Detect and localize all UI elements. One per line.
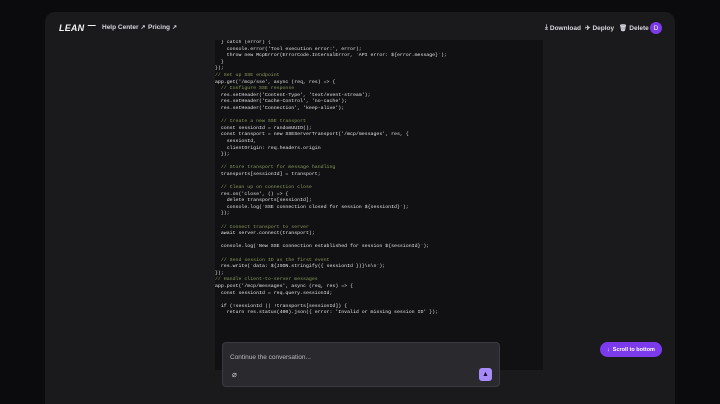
code-line: res.write(`data: ${JSON.stringify({ sess… bbox=[215, 264, 386, 270]
code-line: throw new McpError(ErrorCode.InternalErr… bbox=[215, 53, 447, 59]
code-line: }); bbox=[215, 66, 224, 72]
external-link-icon: ↗ bbox=[140, 25, 146, 31]
chat-composer[interactable]: Continue the conversation... ⌀ ▲ bbox=[222, 342, 500, 387]
code-block: } catch (error) { console.error('Tool ex… bbox=[215, 40, 543, 370]
send-icon: ▲ bbox=[482, 371, 489, 378]
download-icon: ⤓ bbox=[545, 24, 548, 31]
attach-icon[interactable]: ⌀ bbox=[232, 370, 237, 379]
help-center-label: Help Center bbox=[102, 24, 139, 31]
logo-mark-icon bbox=[84, 25, 97, 33]
code-line: console.log(`SSE connection closed for s… bbox=[215, 204, 409, 210]
deploy-label: Deploy bbox=[592, 24, 615, 32]
trash-icon: 🗑 bbox=[619, 25, 628, 32]
delete-label: Delete bbox=[629, 24, 649, 32]
code-line: return res.status(400).json({ error: 'In… bbox=[215, 310, 439, 316]
code-line: // Store transport for message handling bbox=[215, 165, 336, 171]
code-line: clientOrigin: req.headers.origin bbox=[215, 145, 321, 151]
code-line: transports[sessionId] = transport; bbox=[215, 171, 321, 177]
code-line: // Clean up on connection close bbox=[215, 185, 312, 191]
code-line: res.setHeader('Connection', 'keep-alive'… bbox=[215, 105, 345, 111]
app-window: LEAN Help Center ↗ Pricing ↗ ⤓ Download ✈ De… bbox=[45, 12, 675, 404]
scroll-to-bottom-label: Scroll to bottom bbox=[612, 346, 655, 353]
code-line: }); bbox=[215, 211, 230, 217]
external-link-icon: ↗ bbox=[172, 25, 178, 31]
chat-input[interactable]: Continue the conversation... bbox=[230, 354, 311, 361]
code-line: // Handle client-to-server messages bbox=[215, 277, 318, 283]
logo-text: LEAN bbox=[59, 23, 85, 33]
code-line: console.log(`New SSE connection establis… bbox=[215, 244, 430, 250]
code-line: } bbox=[215, 59, 224, 65]
code-line: res.setHeader('Cache-Control', 'no-cache… bbox=[215, 99, 348, 105]
code-line: } catch (error) { bbox=[215, 40, 271, 45]
deploy-button[interactable]: ✈ Deploy bbox=[585, 24, 615, 33]
code-line: await server.connect(transport); bbox=[215, 231, 315, 237]
code-line: // Set up SSE endpoint bbox=[215, 72, 280, 78]
help-center-link[interactable]: Help Center ↗ bbox=[102, 24, 146, 31]
code-line: sessionId, bbox=[215, 138, 257, 144]
download-label: Download bbox=[549, 24, 581, 32]
code-line: const transport = new SSEServerTransport… bbox=[215, 132, 409, 138]
avatar-initial: D bbox=[653, 24, 659, 32]
send-button[interactable]: ▲ bbox=[479, 368, 492, 381]
pricing-label: Pricing bbox=[148, 24, 171, 31]
arrow-down-icon: ↓ bbox=[607, 346, 610, 353]
scroll-to-bottom-button[interactable]: ↓ Scroll to bottom bbox=[600, 342, 662, 357]
rocket-icon: ✈ bbox=[585, 25, 591, 32]
lean-logo[interactable]: LEAN bbox=[59, 23, 97, 33]
user-avatar[interactable]: D bbox=[650, 22, 662, 34]
code-line: }); bbox=[215, 152, 230, 158]
code-line: delete transports[sessionId]; bbox=[215, 198, 312, 204]
code-line: // Create a new SSE transport bbox=[215, 119, 306, 125]
code-line: // Configure SSE response bbox=[215, 86, 295, 92]
delete-button[interactable]: 🗑 Delete bbox=[619, 24, 649, 33]
code-line: app.post('/mcp/messages', async (req, re… bbox=[215, 283, 353, 289]
code-line: const sessionId = req.query.sessionId; bbox=[215, 290, 333, 296]
pricing-link[interactable]: Pricing ↗ bbox=[148, 24, 177, 31]
download-button[interactable]: ⤓ Download bbox=[545, 24, 581, 32]
